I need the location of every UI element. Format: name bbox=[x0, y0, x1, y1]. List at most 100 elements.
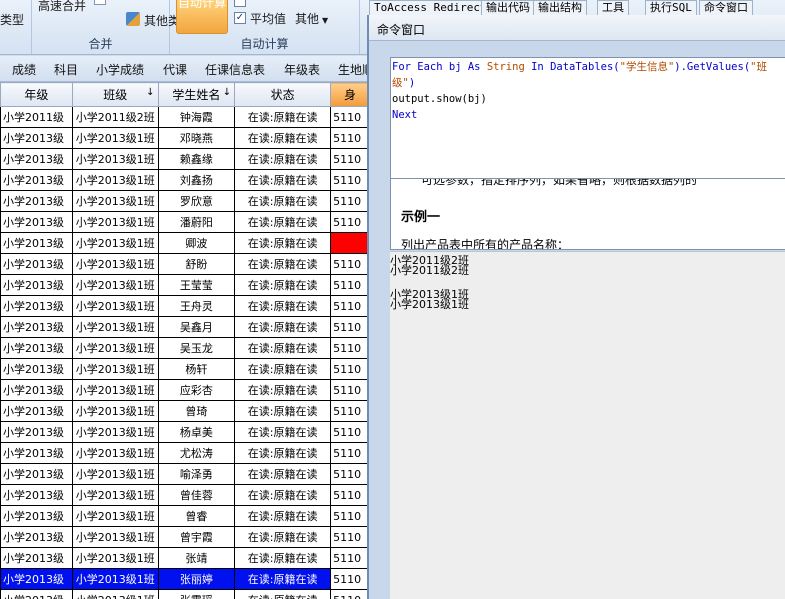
cell-id[interactable] bbox=[330, 232, 370, 254]
table-row[interactable]: 小学2013级 小学2013级1班 曾宇霞 在读:原籍在读 5110 bbox=[0, 526, 370, 548]
cell-student-name[interactable]: 杨轩 bbox=[157, 358, 236, 380]
cell-class[interactable]: 小学2013级1班 bbox=[71, 232, 159, 254]
col-header-class[interactable]: 班级 ↓ bbox=[71, 82, 159, 107]
cell-class[interactable]: 小学2013级1班 bbox=[71, 295, 159, 317]
execute-sql-button[interactable]: 执行SQL bbox=[645, 0, 697, 15]
cell-id[interactable]: 5110 bbox=[330, 358, 370, 380]
merge-small-icon[interactable] bbox=[94, 0, 106, 5]
cell-grade[interactable]: 小学2013级 bbox=[0, 316, 73, 338]
table-row[interactable]: 小学2013级小学2013级1班张霞瑶在读:原籍在读5110 bbox=[0, 589, 370, 599]
table-row[interactable]: 小学2013级 小学2013级1班 潘蔚阳 在读:原籍在读 5110 bbox=[0, 211, 370, 233]
cell-id[interactable]: 5110 bbox=[330, 484, 370, 506]
cell-class[interactable]: 小学2013级1班 bbox=[71, 463, 159, 485]
cell-id[interactable]: 5110 bbox=[330, 505, 370, 527]
cell-grade[interactable]: 小学2013级 bbox=[0, 505, 73, 527]
table-row[interactable]: 小学2013级 小学2013级1班 吴鑫月 在读:原籍在读 5110 bbox=[0, 316, 370, 338]
table-row[interactable]: 小学2013级 小学2013级1班 应彩杏 在读:原籍在读 5110 bbox=[0, 379, 370, 401]
cell-grade[interactable]: 小学2013级 bbox=[0, 232, 73, 254]
output-panel[interactable]: 小学2011级2班 小学2011级2班 小学2013级1班 小学2013级1班 bbox=[390, 251, 785, 599]
cell-status[interactable]: 在读:原籍在读 bbox=[234, 547, 332, 569]
cell-id[interactable]: 5110 bbox=[330, 337, 370, 359]
table-row[interactable]: 小学2013级 小学2013级1班 张靖 在读:原籍在读 5110 bbox=[0, 547, 370, 569]
cell-student-name[interactable]: 尤松涛 bbox=[157, 442, 236, 464]
cell-class[interactable]: 小学2013级1班 bbox=[71, 568, 159, 590]
cell-student-name[interactable]: 杨卓美 bbox=[157, 421, 236, 443]
cell-grade[interactable]: 小学2013级 bbox=[0, 547, 73, 569]
cell-id[interactable]: 5110 bbox=[330, 442, 370, 464]
cell-student-name[interactable]: 张丽婷 bbox=[157, 568, 236, 590]
cell-grade[interactable]: 小学2013级 bbox=[0, 379, 73, 401]
table-row[interactable]: 小学2013级 小学2013级1班 尤松涛 在读:原籍在读 5110 bbox=[0, 442, 370, 464]
cell-class[interactable]: 小学2013级1班 bbox=[71, 547, 159, 569]
cell-grade[interactable]: 小学2013级 bbox=[0, 358, 73, 380]
cell-grade[interactable]: 小学2013级 bbox=[0, 421, 73, 443]
cell-grade[interactable]: 小学2013级 bbox=[0, 526, 73, 548]
cell-id[interactable]: 5110 bbox=[330, 295, 370, 317]
cell-status[interactable]: 在读:原籍在读 bbox=[234, 505, 332, 527]
cell-student-name[interactable]: 曾宇霞 bbox=[157, 526, 236, 548]
table-row[interactable]: 小学2013级 小学2013级1班 张丽婷 在读:原籍在读 5110 bbox=[0, 568, 370, 590]
tab-grade-table[interactable]: 年级表 bbox=[284, 61, 320, 78]
average-checkbox[interactable]: ✓ bbox=[234, 12, 246, 24]
cell-status[interactable]: 在读:原籍在读 bbox=[234, 568, 332, 590]
cell-status[interactable]: 在读:原籍在读 bbox=[234, 526, 332, 548]
cell-class[interactable]: 小学2013级1班 bbox=[71, 148, 159, 170]
help-panel[interactable]: 可选参数，指定排序列，如果省略，则根据数据列的 示例一 列出产品表中所有的产品名… bbox=[390, 178, 785, 250]
cell-status[interactable]: 在读:原籍在读 bbox=[234, 442, 332, 464]
table-row[interactable]: 小学2013级 小学2013级1班 舒盼 在读:原籍在读 5110 bbox=[0, 253, 370, 275]
cell-class[interactable]: 小学2013级1班 bbox=[71, 253, 159, 275]
cell-grade[interactable]: 小学2013级 bbox=[0, 442, 73, 464]
cell-grade[interactable]: 小学2013级 bbox=[0, 400, 73, 422]
cell-status[interactable]: 在读:原籍在读 bbox=[234, 358, 332, 380]
table-row[interactable]: 小学2013级 小学2013级1班 王莹莹 在读:原籍在读 5110 bbox=[0, 274, 370, 296]
cell-status[interactable]: 在读:原籍在读 bbox=[234, 589, 332, 599]
col-header-student-name[interactable]: 学生姓名 ↓ bbox=[157, 82, 236, 107]
table-row[interactable]: 小学2013级 小学2013级1班 曾睿 在读:原籍在读 5110 bbox=[0, 505, 370, 527]
table-row[interactable]: 小学2013级 小学2013级1班 喻泽勇 在读:原籍在读 5110 bbox=[0, 463, 370, 485]
tab-teaching-info[interactable]: 任课信息表 bbox=[205, 61, 265, 78]
cell-id[interactable]: 5110 bbox=[330, 589, 370, 599]
cell-id[interactable]: 5110 bbox=[330, 274, 370, 296]
cell-student-name[interactable]: 吴鑫月 bbox=[157, 316, 236, 338]
cell-status[interactable]: 在读:原籍在读 bbox=[234, 127, 332, 149]
cell-class[interactable]: 小学2013级1班 bbox=[71, 526, 159, 548]
cell-grade[interactable]: 小学2013级 bbox=[0, 568, 73, 590]
cell-class[interactable]: 小学2011级2班 bbox=[71, 106, 159, 128]
cell-class[interactable]: 小学2013级1班 bbox=[71, 400, 159, 422]
advanced-merge-button[interactable]: 高速合并 bbox=[38, 0, 86, 14]
cell-class[interactable]: 小学2013级1班 bbox=[71, 505, 159, 527]
table-row[interactable]: 小学2013级 小学2013级1班 王舟灵 在读:原籍在读 5110 bbox=[0, 295, 370, 317]
cell-student-name[interactable]: 王莹莹 bbox=[157, 274, 236, 296]
cell-student-name[interactable]: 曾睿 bbox=[157, 505, 236, 527]
cell-status[interactable]: 在读:原籍在读 bbox=[234, 295, 332, 317]
cell-status[interactable]: 在读:原籍在读 bbox=[234, 421, 332, 443]
cell-grade[interactable]: 小学2013级 bbox=[0, 274, 73, 296]
cell-status[interactable]: 在读:原籍在读 bbox=[234, 106, 332, 128]
cell-id[interactable]: 5110 bbox=[330, 253, 370, 275]
cell-student-name[interactable]: 应彩杏 bbox=[157, 379, 236, 401]
cell-class[interactable]: 小学2013级1班 bbox=[71, 442, 159, 464]
cell-student-name[interactable]: 刘鑫扬 bbox=[157, 169, 236, 191]
cell-class[interactable]: 小学2013级1班 bbox=[71, 589, 159, 599]
cell-id[interactable]: 5110 bbox=[330, 463, 370, 485]
command-window-button[interactable]: 命令窗口 bbox=[699, 0, 753, 15]
cell-class[interactable]: 小学2013级1班 bbox=[71, 211, 159, 233]
cell-id[interactable]: 5110 bbox=[330, 547, 370, 569]
auto-calc-button[interactable]: 自动计算 bbox=[176, 0, 228, 34]
table-row[interactable]: 小学2013级 小学2013级1班 曾佳蓉 在读:原籍在读 5110 bbox=[0, 484, 370, 506]
cell-student-name[interactable]: 张霞瑶 bbox=[157, 589, 236, 599]
cell-grade[interactable]: 小学2013级 bbox=[0, 169, 73, 191]
cell-class[interactable]: 小学2013级1班 bbox=[71, 190, 159, 212]
cell-student-name[interactable]: 罗欣意 bbox=[157, 190, 236, 212]
cell-status[interactable]: 在读:原籍在读 bbox=[234, 190, 332, 212]
cell-student-name[interactable]: 钟海霞 bbox=[157, 106, 236, 128]
student-grid[interactable]: 年级 班级 ↓ 学生姓名 ↓ 状态 身 小学2011级 小学2011级2班 钟海霞 在读:… bbox=[0, 82, 370, 599]
cell-grade[interactable]: 小学2013级 bbox=[0, 148, 73, 170]
cell-class[interactable]: 小学2013级1班 bbox=[71, 127, 159, 149]
cell-grade[interactable]: 小学2013级 bbox=[0, 337, 73, 359]
cell-status[interactable]: 在读:原籍在读 bbox=[234, 169, 332, 191]
cell-id[interactable]: 5110 bbox=[330, 568, 370, 590]
output-code-button[interactable]: 输出代码 bbox=[481, 0, 535, 15]
cell-class[interactable]: 小学2013级1班 bbox=[71, 274, 159, 296]
cell-grade[interactable]: 小学2013级 bbox=[0, 211, 73, 233]
